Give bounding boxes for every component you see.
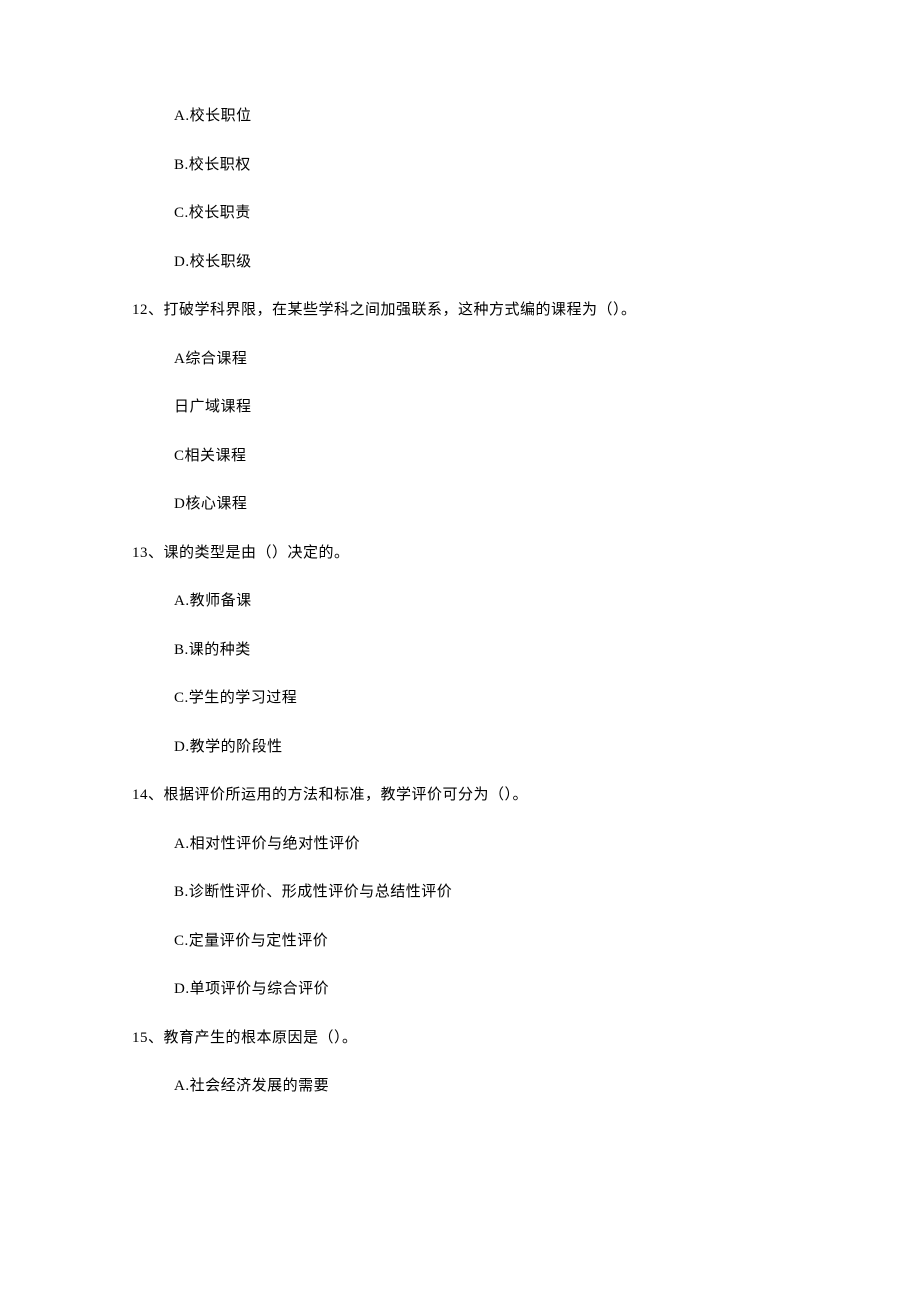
question-14: 14、根据评价所运用的方法和标准，教学评价可分为（）。 A.相对性评价与绝对性评… bbox=[132, 784, 920, 1001]
question-15: 15、教育产生的根本原因是（）。 A.社会经济发展的需要 bbox=[132, 1027, 920, 1098]
option-text: C.学生的学习过程 bbox=[174, 687, 920, 710]
option-text: B.校长职权 bbox=[174, 154, 920, 177]
option-text: C相关课程 bbox=[174, 445, 920, 468]
question-stem: 15、教育产生的根本原因是（）。 bbox=[132, 1027, 920, 1050]
option-text: B.课的种类 bbox=[174, 639, 920, 662]
option-text: D.校长职级 bbox=[174, 251, 920, 274]
option-text: C.定量评价与定性评价 bbox=[174, 930, 920, 953]
option-text: D核心课程 bbox=[174, 493, 920, 516]
option-text: D.单项评价与综合评价 bbox=[174, 978, 920, 1001]
question-stem: 14、根据评价所运用的方法和标准，教学评价可分为（）。 bbox=[132, 784, 920, 807]
document-page: A.校长职位 B.校长职权 C.校长职责 D.校长职级 12、打破学科界限，在某… bbox=[0, 0, 920, 1303]
option-text: A.社会经济发展的需要 bbox=[174, 1075, 920, 1098]
option-text: A.相对性评价与绝对性评价 bbox=[174, 833, 920, 856]
question-stem: 12、打破学科界限，在某些学科之间加强联系，这种方式编的课程为（）。 bbox=[132, 299, 920, 322]
question-13: 13、课的类型是由（）决定的。 A.教师备课 B.课的种类 C.学生的学习过程 … bbox=[132, 542, 920, 759]
question-12: 12、打破学科界限，在某些学科之间加强联系，这种方式编的课程为（）。 A综合课程… bbox=[132, 299, 920, 516]
option-text: A.校长职位 bbox=[174, 105, 920, 128]
option-text: B.诊断性评价、形成性评价与总结性评价 bbox=[174, 881, 920, 904]
option-text: C.校长职责 bbox=[174, 202, 920, 225]
question-11-partial: A.校长职位 B.校长职权 C.校长职责 D.校长职级 bbox=[132, 105, 920, 273]
option-text: D.教学的阶段性 bbox=[174, 736, 920, 759]
option-text: 日广域课程 bbox=[174, 396, 920, 419]
question-stem: 13、课的类型是由（）决定的。 bbox=[132, 542, 920, 565]
option-text: A综合课程 bbox=[174, 348, 920, 371]
option-text: A.教师备课 bbox=[174, 590, 920, 613]
